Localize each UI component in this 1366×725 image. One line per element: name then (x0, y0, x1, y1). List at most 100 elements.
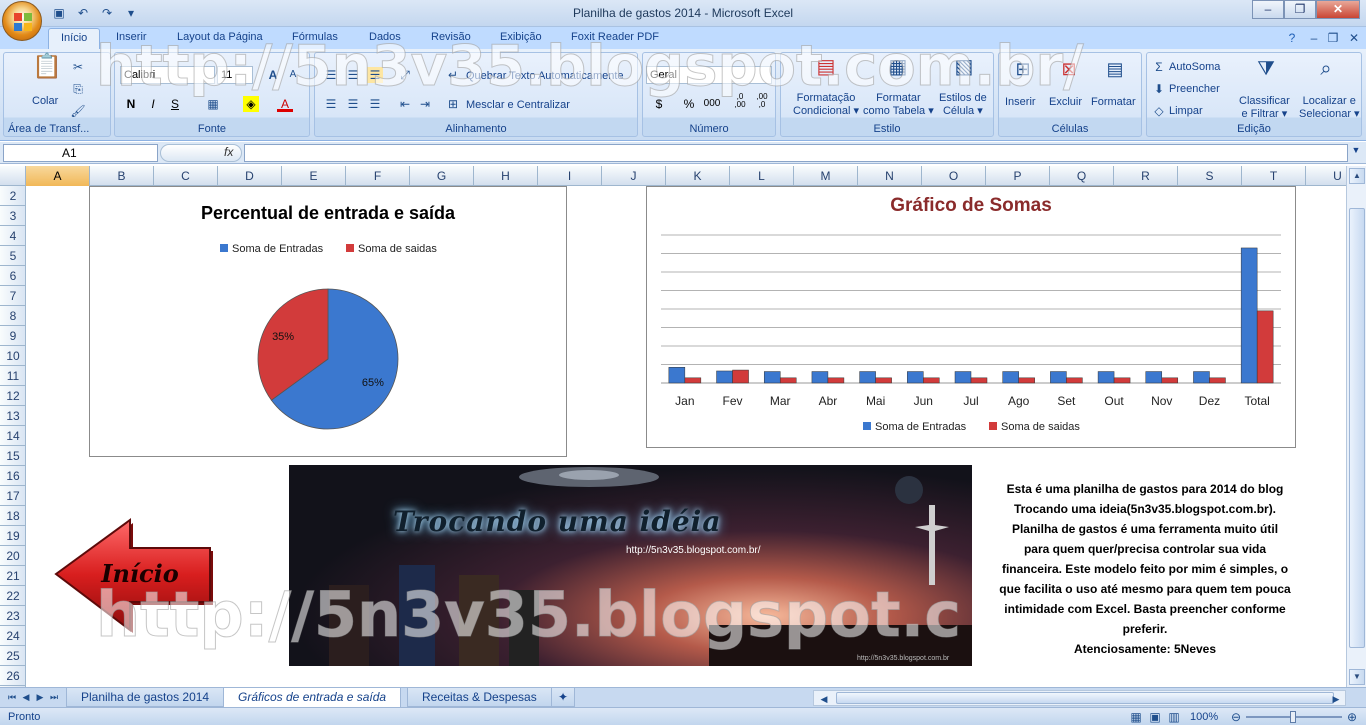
column-header-j[interactable]: J (602, 166, 666, 186)
increase-decimal-button[interactable]: ,0 ,00 (731, 93, 749, 109)
italic-button[interactable]: I (145, 96, 161, 112)
zoom-in-icon[interactable]: ⊕ (1344, 709, 1360, 725)
pie-chart[interactable]: Percentual de entrada e saída Soma de En… (89, 186, 567, 457)
conditional-format-icon[interactable]: ▤ (813, 57, 839, 85)
find-select-button[interactable]: Localizar e Selecionar ▾ (1299, 95, 1360, 121)
font-size-select[interactable]: 11 (217, 66, 253, 84)
column-header-b[interactable]: B (90, 166, 154, 186)
bar-saidas[interactable] (1161, 377, 1179, 384)
bar-saidas[interactable] (1209, 377, 1226, 384)
align-middle-icon[interactable]: ☰ (345, 67, 361, 83)
row-header-17[interactable]: 17 (0, 486, 26, 506)
column-header-e[interactable]: E (282, 166, 346, 186)
decrease-decimal-button[interactable]: ,00 ,0 (753, 93, 771, 109)
cell-styles-icon[interactable]: ▧ (951, 57, 977, 85)
merge-center-button[interactable]: Mesclar e Centralizar (466, 99, 570, 111)
borders-icon[interactable]: ▦ (205, 96, 221, 112)
find-select-icon[interactable]: ⌕ (1313, 59, 1339, 87)
fill-icon[interactable]: ⬇ (1151, 81, 1167, 97)
sort-filter-button[interactable]: Classificar e Filtrar ▾ (1239, 95, 1290, 121)
zoom-level[interactable]: 100% (1190, 711, 1218, 723)
scroll-right-icon[interactable]: ▶ (1330, 692, 1342, 706)
expand-formula-bar-icon[interactable]: ▼ (1349, 145, 1363, 161)
close-button[interactable]: ✕ (1316, 0, 1360, 19)
row-header-19[interactable]: 19 (0, 526, 26, 546)
scroll-up-icon[interactable]: ▲ (1349, 168, 1365, 184)
formula-input[interactable] (244, 144, 1348, 162)
align-left-icon[interactable]: ☰ (323, 96, 339, 112)
thousands-button[interactable]: 000 (701, 96, 723, 112)
select-all-corner[interactable] (0, 166, 26, 186)
vertical-scroll-thumb[interactable] (1349, 208, 1365, 648)
page-layout-view-icon[interactable]: ▣ (1147, 709, 1163, 725)
clear-icon[interactable]: ◇ (1151, 103, 1167, 119)
row-header-4[interactable]: 4 (0, 226, 26, 246)
clear-button[interactable]: Limpar (1169, 105, 1203, 117)
bar-entradas[interactable] (716, 370, 733, 384)
bar-saidas[interactable] (779, 377, 797, 384)
horizontal-scrollbar[interactable]: ◀ ▶ (813, 690, 1346, 706)
wrap-text-icon[interactable]: ↵ (445, 67, 461, 83)
tab-formulas[interactable]: Fórmulas (292, 31, 338, 43)
cell-styles-button[interactable]: Estilos de Célula ▾ (939, 92, 987, 118)
column-header-k[interactable]: K (666, 166, 730, 186)
tab-foxit[interactable]: Foxit Reader PDF (571, 31, 659, 43)
bar-entradas[interactable] (1145, 371, 1163, 384)
bar-entradas[interactable] (1002, 371, 1019, 384)
row-header-23[interactable]: 23 (0, 606, 26, 626)
row-header-11[interactable]: 11 (0, 366, 26, 386)
row-header-22[interactable]: 22 (0, 586, 26, 606)
delete-cells-icon[interactable]: ⊠ (1057, 60, 1081, 85)
align-top-icon[interactable]: ☰ (323, 67, 339, 83)
zoom-slider-thumb[interactable] (1290, 711, 1296, 723)
row-header-18[interactable]: 18 (0, 506, 26, 526)
insert-cells-icon[interactable]: ⊞ (1011, 60, 1035, 85)
row-header-15[interactable]: 15 (0, 446, 26, 466)
row-header-6[interactable]: 6 (0, 266, 26, 286)
shrink-font-icon[interactable]: A (285, 67, 301, 83)
bar-saidas[interactable] (1256, 310, 1274, 384)
minimize-button[interactable]: – (1252, 0, 1284, 19)
bar-entradas[interactable] (907, 371, 924, 384)
paste-button[interactable]: Colar (32, 95, 58, 107)
autosum-icon[interactable]: Σ (1151, 59, 1167, 75)
column-header-a[interactable]: A (26, 166, 90, 186)
fill-color-icon[interactable]: ◈ (243, 96, 259, 112)
decrease-indent-icon[interactable]: ⇤ (397, 96, 413, 112)
column-header-c[interactable]: C (154, 166, 218, 186)
row-header-8[interactable]: 8 (0, 306, 26, 326)
format-table-button[interactable]: Formatar como Tabela ▾ (863, 92, 934, 118)
row-header-20[interactable]: 20 (0, 546, 26, 566)
ribbon-restore-icon[interactable]: ❐ (1325, 30, 1341, 46)
column-header-l[interactable]: L (730, 166, 794, 186)
row-header-3[interactable]: 3 (0, 206, 26, 226)
number-format-select[interactable]: Geral (646, 66, 772, 84)
align-right-icon[interactable]: ☰ (367, 96, 383, 112)
column-header-s[interactable]: S (1178, 166, 1242, 186)
bar-saidas[interactable] (1018, 377, 1035, 384)
next-sheet-icon[interactable]: ▶ (34, 690, 46, 704)
help-icon[interactable]: ? (1284, 30, 1300, 46)
bar-saidas[interactable] (1113, 377, 1131, 384)
fill-button[interactable]: Preencher (1169, 83, 1220, 95)
column-header-g[interactable]: G (410, 166, 474, 186)
font-name-select[interactable]: Calibri (120, 66, 215, 84)
prev-sheet-icon[interactable]: ◀ (20, 690, 32, 704)
insert-function-icon[interactable]: fx (224, 145, 233, 159)
wrap-text-button[interactable]: Quebrar Texto Automaticamente (466, 70, 624, 82)
bar-entradas[interactable] (1097, 371, 1115, 384)
row-header-5[interactable]: 5 (0, 246, 26, 266)
tab-revisao[interactable]: Revisão (431, 31, 471, 43)
row-header-13[interactable]: 13 (0, 406, 26, 426)
row-header-2[interactable]: 2 (0, 186, 26, 206)
column-header-i[interactable]: I (538, 166, 602, 186)
bar-saidas[interactable] (827, 377, 845, 384)
format-cells-icon[interactable]: ▤ (1103, 60, 1127, 85)
maximize-button[interactable]: ❐ (1284, 0, 1316, 19)
ribbon-close-icon[interactable]: ✕ (1346, 30, 1362, 46)
bar-entradas[interactable] (954, 371, 972, 384)
format-cells-button[interactable]: Formatar (1091, 96, 1136, 108)
page-break-view-icon[interactable]: ▥ (1166, 709, 1182, 725)
autosum-button[interactable]: AutoSoma (1169, 61, 1220, 73)
conditional-format-button[interactable]: Formatação Condicional ▾ (793, 92, 859, 118)
